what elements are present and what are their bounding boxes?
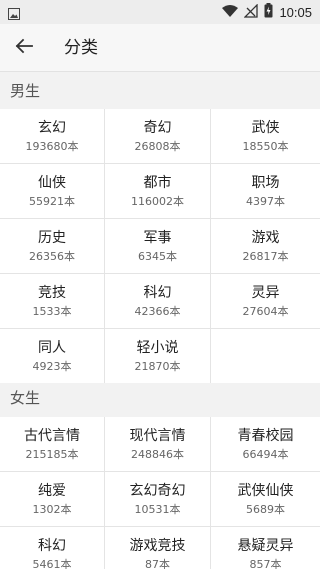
category-count: 10531本 — [134, 503, 181, 516]
category-name: 都市 — [143, 175, 172, 191]
category-name: 奇幻 — [143, 120, 172, 136]
category-count: 116002本 — [131, 195, 184, 208]
category-count: 27604本 — [242, 305, 289, 318]
category-item[interactable]: 武侠 18550本 — [211, 109, 320, 163]
category-name: 竞技 — [38, 285, 66, 301]
category-name: 同人 — [38, 340, 66, 356]
category-count: 5689本 — [246, 503, 285, 516]
back-button[interactable] — [8, 32, 40, 64]
category-count: 18550本 — [242, 140, 289, 153]
status-time: 10:05 — [279, 4, 312, 20]
signal-off-icon — [243, 2, 259, 22]
battery-charging-icon — [264, 2, 273, 22]
category-grid-male: 玄幻 193680本 奇幻 26808本 武侠 18550本 仙侠 55921本 都市 1… — [0, 109, 320, 383]
category-count: 5461本 — [32, 558, 72, 569]
category-item[interactable]: 纯爱 1302本 — [0, 472, 105, 526]
category-name: 悬疑灵异 — [237, 538, 294, 554]
category-count: 1302本 — [32, 503, 72, 516]
category-item[interactable]: 职场 4397本 — [211, 164, 320, 218]
category-item[interactable]: 竞技 1533本 — [0, 274, 105, 328]
wifi-icon — [222, 3, 239, 22]
category-item[interactable]: 古代言情 215185本 — [0, 417, 105, 471]
category-item[interactable]: 同人 4923本 — [0, 329, 105, 383]
category-name: 科幻 — [38, 538, 66, 554]
category-name: 武侠仙侠 — [237, 483, 294, 499]
category-count: 26356本 — [29, 250, 75, 263]
category-item[interactable]: 青春校园 66494本 — [211, 417, 320, 471]
category-name: 轻小说 — [136, 340, 179, 356]
category-name: 历史 — [38, 230, 66, 246]
category-item[interactable]: 武侠仙侠 5689本 — [211, 472, 320, 526]
category-grid-female: 古代言情 215185本 现代言情 248846本 青春校园 66494本 纯爱 130… — [0, 417, 320, 569]
category-item[interactable]: 游戏竞技 87本 — [105, 527, 211, 569]
category-count: 4923本 — [32, 360, 72, 373]
category-item[interactable]: 历史 26356本 — [0, 219, 105, 273]
category-count: 21870本 — [134, 360, 181, 373]
category-item[interactable]: 游戏 26817本 — [211, 219, 320, 273]
category-count: 193680本 — [25, 140, 79, 153]
category-item[interactable]: 轻小说 21870本 — [105, 329, 211, 383]
category-name: 青春校园 — [237, 428, 294, 444]
category-count: 26817本 — [242, 250, 289, 263]
page-title: 分类 — [64, 38, 98, 58]
category-count: 26808本 — [134, 140, 181, 153]
category-count: 87本 — [145, 558, 170, 569]
category-item[interactable]: 玄幻奇幻 10531本 — [105, 472, 211, 526]
category-name: 现代言情 — [129, 428, 186, 444]
category-name: 玄幻奇幻 — [129, 483, 186, 499]
category-item[interactable]: 玄幻 193680本 — [0, 109, 105, 163]
category-count: 66494本 — [242, 448, 289, 461]
category-name: 游戏 — [251, 230, 280, 246]
category-item[interactable]: 仙侠 55921本 — [0, 164, 105, 218]
category-name: 军事 — [143, 230, 172, 246]
category-item[interactable]: 科幻 5461本 — [0, 527, 105, 569]
category-name: 灵异 — [251, 285, 280, 301]
category-count: 55921本 — [29, 195, 75, 208]
gallery-notification-icon — [8, 5, 20, 20]
category-name: 科幻 — [143, 285, 172, 301]
app-bar: 分类 — [0, 24, 320, 72]
category-count: 1533本 — [32, 305, 72, 318]
category-item[interactable]: 现代言情 248846本 — [105, 417, 211, 471]
category-name: 仙侠 — [38, 175, 66, 191]
category-count: 248846本 — [131, 448, 184, 461]
category-count: 4397本 — [246, 195, 285, 208]
category-name: 古代言情 — [24, 428, 80, 444]
category-name: 游戏竞技 — [129, 538, 186, 554]
status-bar: 10:05 — [0, 0, 320, 24]
empty-cell — [211, 329, 320, 383]
category-count: 857本 — [249, 558, 282, 569]
category-item[interactable]: 科幻 42366本 — [105, 274, 211, 328]
category-item[interactable]: 奇幻 26808本 — [105, 109, 211, 163]
category-count: 42366本 — [134, 305, 181, 318]
category-name: 玄幻 — [38, 120, 66, 136]
section-title-male: 男生 — [10, 82, 41, 100]
category-name: 纯爱 — [38, 483, 66, 499]
category-item[interactable]: 悬疑灵异 857本 — [211, 527, 320, 569]
section-title-female: 女生 — [10, 389, 41, 407]
category-item[interactable]: 灵异 27604本 — [211, 274, 320, 328]
category-count: 215185本 — [25, 448, 79, 461]
arrow-back-icon — [15, 37, 33, 59]
category-name: 职场 — [251, 175, 280, 191]
category-item[interactable]: 都市 116002本 — [105, 164, 211, 218]
category-name: 武侠 — [251, 120, 280, 136]
category-count: 6345本 — [138, 250, 177, 263]
category-item[interactable]: 军事 6345本 — [105, 219, 211, 273]
